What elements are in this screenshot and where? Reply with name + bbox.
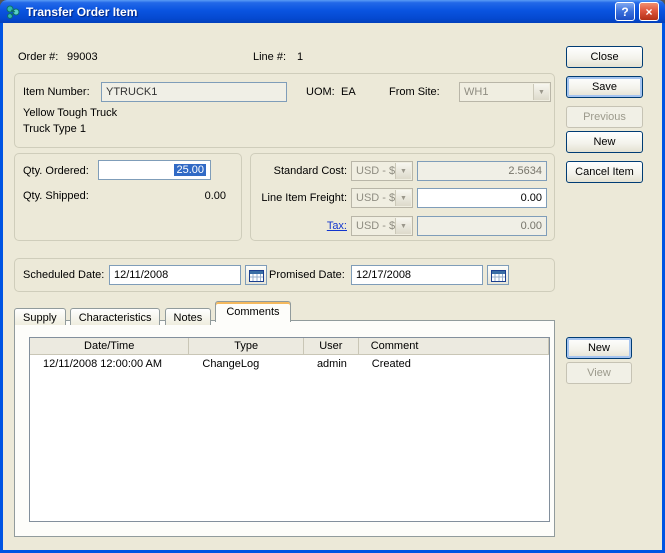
cell-comment: Created [359,358,549,370]
comments-table[interactable]: Date/Time Type User Comment 12/11/2008 1… [29,337,550,522]
tax-currency-select: USD - $ ▼ [351,216,413,236]
column-header-type[interactable]: Type [189,338,304,354]
tab-comments[interactable]: Comments [215,301,290,322]
line-item-freight-input[interactable] [417,188,547,208]
item-groupbox: Item Number: UOM: EA From Site: WH1 ▼ Ye… [14,73,555,148]
line-number-value: 1 [297,51,303,63]
from-site-select[interactable]: WH1 ▼ [459,82,551,102]
tab-supply[interactable]: Supply [14,308,66,325]
standard-cost-label: Standard Cost: [255,165,347,177]
app-icon [5,4,21,20]
promised-date-calendar-button[interactable] [487,265,509,285]
calendar-icon [249,269,264,282]
line-number-label: Line #: [253,51,286,63]
cell-datetime: 12/11/2008 12:00:00 AM [30,358,189,370]
item-number-field[interactable] [101,82,287,102]
comments-tab-panel: Date/Time Type User Comment 12/11/2008 1… [14,320,555,537]
qty-ordered-input[interactable]: 25.00 [98,160,211,180]
promised-date-label: Promised Date: [269,269,345,281]
quantity-groupbox: Qty. Ordered: 25.00 Qty. Shipped: 0.00 [14,153,242,241]
column-header-user[interactable]: User [304,338,359,354]
order-number-value: 99003 [67,51,98,63]
save-button[interactable]: Save [566,76,643,98]
item-number-label: Item Number: [23,86,90,98]
tab-characteristics[interactable]: Characteristics [70,308,161,325]
chevron-down-icon: ▼ [395,163,411,179]
cost-groupbox: Standard Cost: USD - $ ▼ Line Item Freig… [250,153,555,241]
standard-cost-field [417,161,547,181]
chevron-down-icon: ▼ [395,218,411,234]
close-icon[interactable]: × [639,2,659,21]
detail-tabs: Supply Characteristics Notes Comments [14,301,292,321]
from-site-label: From Site: [389,86,440,98]
standard-cost-currency-value: USD - $ [356,165,395,177]
standard-cost-currency-select: USD - $ ▼ [351,161,413,181]
column-header-datetime[interactable]: Date/Time [30,338,189,354]
comments-table-header: Date/Time Type User Comment [30,338,549,355]
table-row[interactable]: 12/11/2008 12:00:00 AM ChangeLog admin C… [30,355,549,372]
scheduled-date-calendar-button[interactable] [245,265,267,285]
uom-label: UOM: [306,86,335,98]
transfer-order-item-dialog: Transfer Order Item ? × Order #: 99003 L… [0,0,665,553]
chevron-down-icon: ▼ [533,84,549,100]
cancel-item-button[interactable]: Cancel Item [566,161,643,183]
column-header-comment[interactable]: Comment [359,338,549,354]
comment-new-button[interactable]: New [566,337,632,359]
tax-currency-value: USD - $ [356,220,395,232]
scheduled-date-input[interactable] [109,265,241,285]
new-button[interactable]: New [566,131,643,153]
qty-ordered-label: Qty. Ordered: [23,165,89,177]
line-item-freight-label: Line Item Freight: [255,192,347,204]
scheduled-date-label: Scheduled Date: [23,269,104,281]
title-bar[interactable]: Transfer Order Item ? × [0,0,665,23]
freight-currency-value: USD - $ [356,192,395,204]
calendar-icon [491,269,506,282]
order-number-label: Order #: [18,51,58,63]
tax-link[interactable]: Tax: [255,220,347,232]
tax-field [417,216,547,236]
qty-ordered-value: 25.00 [174,164,206,176]
chevron-down-icon: ▼ [395,190,411,206]
dates-groupbox: Scheduled Date: Promised Date: [14,258,555,292]
freight-currency-select: USD - $ ▼ [351,188,413,208]
item-description-line2: Truck Type 1 [23,123,86,135]
window-title: Transfer Order Item [26,5,137,19]
close-button[interactable]: Close [566,46,643,68]
qty-shipped-label: Qty. Shipped: [23,190,89,202]
cell-user: admin [304,358,359,370]
cell-type: ChangeLog [189,358,304,370]
item-description-line1: Yellow Tough Truck [23,107,117,119]
from-site-value: WH1 [464,86,488,98]
previous-button: Previous [566,106,643,128]
uom-value: EA [341,86,356,98]
promised-date-input[interactable] [351,265,483,285]
tab-notes[interactable]: Notes [165,308,212,325]
qty-shipped-value: 0.00 [98,190,226,202]
dialog-body: Order #: 99003 Line #: 1 Item Number: UO… [3,23,662,550]
help-icon[interactable]: ? [615,2,635,21]
comment-view-button: View [566,362,632,384]
